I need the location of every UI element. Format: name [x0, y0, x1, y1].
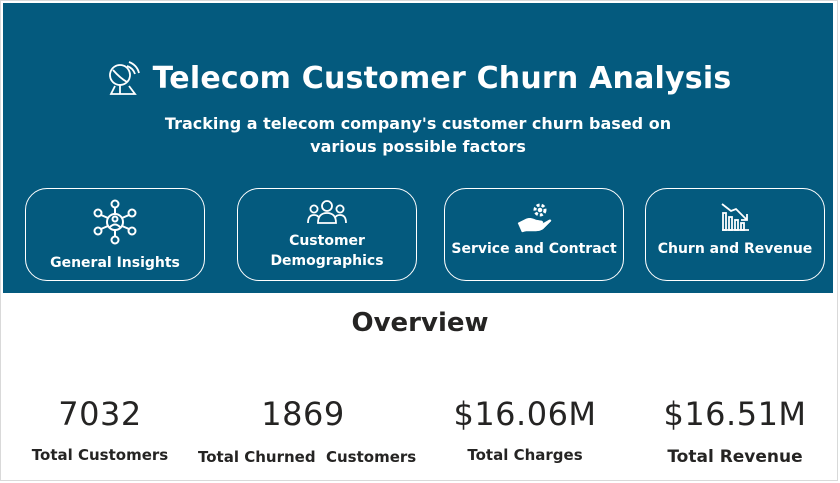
declining-chart-icon — [721, 203, 749, 231]
nav-button-customer-demographics[interactable]: Customer Demographics — [237, 188, 417, 281]
satellite-dish-icon — [108, 61, 140, 95]
kpi-total-charges: $16.06M Total Charges — [420, 394, 630, 464]
header-banner: Telecom Customer Churn Analysis Tracking… — [3, 3, 833, 293]
kpi-value: $16.06M — [453, 395, 597, 433]
nav-label: General Insights — [50, 255, 180, 271]
page-subtitle: Tracking a telecom company's customer ch… — [164, 114, 672, 156]
nav-button-service-and-contract[interactable]: Service and Contract — [444, 188, 624, 281]
hand-gear-icon — [517, 203, 552, 233]
people-group-icon — [307, 200, 347, 224]
title-row: Telecom Customer Churn Analysis — [3, 60, 833, 96]
kpi-value: 7032 — [58, 395, 142, 433]
nav-button-general-insights[interactable]: General Insights — [25, 188, 205, 281]
nav-label: Customer Demographics — [270, 233, 384, 269]
kpi-total-churned-customers: 1869 Total Churned Customers — [198, 394, 417, 466]
kpi-label: Total Customers — [31, 446, 169, 464]
nav-button-churn-and-revenue[interactable]: Churn and Revenue — [645, 188, 825, 281]
nav-label: Service and Contract — [451, 241, 617, 257]
kpi-label: Total Charges — [467, 446, 583, 464]
kpi-value: 1869 — [261, 395, 345, 433]
kpi-total-customers: 7032 Total Customers — [0, 394, 205, 464]
network-icon — [93, 199, 137, 245]
kpi-label: Total Revenue — [667, 447, 803, 467]
overview-heading: Overview — [351, 308, 489, 338]
kpi-value: $16.51M — [663, 395, 807, 433]
kpi-total-revenue: $16.51M Total Revenue — [630, 394, 840, 467]
nav-label: Churn and Revenue — [657, 241, 813, 257]
kpi-label: Total Churned Customers — [198, 448, 417, 466]
page-title: Telecom Customer Churn Analysis — [152, 60, 732, 96]
